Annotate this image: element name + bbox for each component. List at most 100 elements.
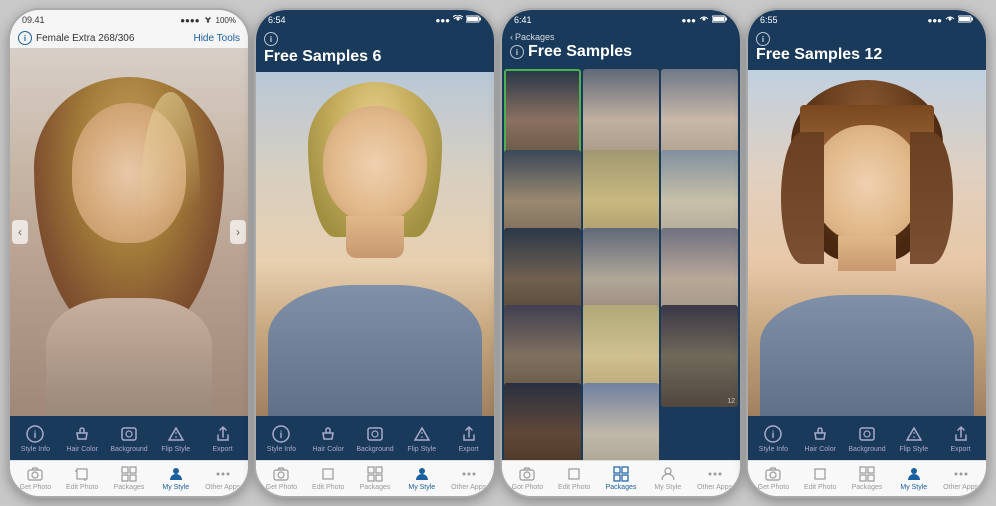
phone2-info-icon: i [270, 423, 292, 445]
phone4-tab-other-apps[interactable]: Other Apps [937, 465, 984, 491]
phone1-tab-packages[interactable]: Packages [106, 465, 153, 491]
phone1-hide-tools-button[interactable]: Hide Tools [193, 33, 240, 44]
phone4-tab-edit-photo[interactable]: Edit Photo [797, 465, 844, 491]
phone1-signal-icon: ●●●● [180, 16, 199, 25]
phone4-toolbar: i Style Info Hair Color Background [748, 416, 986, 460]
phone2-flip-label: Flip Style [407, 446, 436, 453]
phone3-back-btn[interactable]: ‹ Packages [510, 32, 732, 42]
phone2-hair-color-btn[interactable]: Hair Color [305, 423, 352, 453]
phone1-status-bar: 09.41 ●●●● 100% [10, 10, 248, 28]
phone1-style-info-btn[interactable]: i Style Info [12, 423, 59, 453]
phone2-export-btn[interactable]: Export [445, 423, 492, 453]
phone1-my-style-label: My Style [162, 484, 189, 491]
phone2-person-area [256, 72, 494, 416]
phone2-edit-photo-label: Edit Photo [312, 484, 344, 491]
phone4-flip-icon [903, 423, 925, 445]
phone1-export-btn[interactable]: Export [199, 423, 246, 453]
phone1-nav-right[interactable]: › [230, 220, 246, 244]
phone2-tab-get-photo[interactable]: Get Photo [258, 465, 305, 491]
phone4-my-style-label: My Style [900, 484, 927, 491]
phone3-info-btn[interactable]: i [510, 45, 524, 59]
phone4-flip-btn[interactable]: Flip Style [890, 423, 937, 453]
svg-text:i: i [34, 430, 37, 441]
phone4-hair-color-btn[interactable]: Hair Color [797, 423, 844, 453]
phone2-tab-other-apps[interactable]: Other Apps [445, 465, 492, 491]
phone1-other-apps-label: Other Apps [205, 484, 240, 491]
phone2-toolbar: i Style Info Hair Color Background [256, 416, 494, 460]
phone2-battery-icon [466, 15, 482, 25]
phone2-crop-icon [319, 465, 337, 483]
phone1-info-button[interactable]: i [18, 31, 32, 45]
phone1-mystyle-icon [167, 465, 185, 483]
phone4-edit-photo-label: Edit Photo [804, 484, 836, 491]
phone4-tab-my-style[interactable]: My Style [890, 465, 937, 491]
phone2-tab-edit-photo[interactable]: Edit Photo [305, 465, 352, 491]
phone2-style-info-btn[interactable]: i Style Info [258, 423, 305, 453]
phone4-style-info-label: Style Info [759, 446, 788, 453]
phone3-person-icon [659, 465, 677, 483]
phone2-export-label: Export [458, 446, 478, 453]
phone1-tab-my-style[interactable]: My Style [152, 465, 199, 491]
phone2-info-btn[interactable]: i [264, 32, 278, 46]
phone4-background-btn[interactable]: Background [844, 423, 891, 453]
phone1-app-header: i Female Extra 268/306 Hide Tools [10, 28, 248, 48]
phone1-nav-left[interactable]: ‹ [12, 220, 28, 244]
phone1-style-info-label: Style Info [21, 446, 50, 453]
phone3-tab-bar: Got Photo Edit Photo Packages My Style O… [502, 460, 740, 496]
phone4-tab-get-photo[interactable]: Get Photo [750, 465, 797, 491]
phone1-hair-color-btn[interactable]: Hair Color [59, 423, 106, 453]
phone1-tab-other-apps[interactable]: Other Apps [199, 465, 246, 491]
phone3-got-photo-label: Got Photo [512, 484, 544, 491]
phone4-tab-packages[interactable]: Packages [844, 465, 891, 491]
phone3-dots-icon [706, 465, 724, 483]
phone4-style-info-btn[interactable]: i Style Info [750, 423, 797, 453]
phone1-flip-style-btn[interactable]: Flip Style [152, 423, 199, 453]
phone4-app-header: i Free Samples 12 [748, 28, 986, 70]
phone3-title: Free Samples [528, 43, 632, 61]
phone1-bucket-icon [71, 423, 93, 445]
phone1-packages-label: Packages [114, 484, 145, 491]
phone4-title: Free Samples 12 [756, 46, 882, 63]
phone2-background-btn[interactable]: Background [352, 423, 399, 453]
phone1-toolbar: i Style Info Hair Color Background [10, 416, 248, 460]
phone2-status-icons: ●●● [436, 15, 483, 25]
phone2-grid-icon [366, 465, 384, 483]
grid-item-13[interactable]: 13 [504, 383, 581, 460]
phone2-wifi-icon [453, 15, 463, 25]
phone1-background-btn[interactable]: Background [106, 423, 153, 453]
phone1-status-icons: ●●●● 100% [180, 14, 236, 26]
phone3-tab-other-apps[interactable]: Other Apps [691, 465, 738, 491]
phone3-status-icons: ●●● [682, 15, 729, 25]
phone3-grid-icon [612, 465, 630, 483]
phone4-grid-icon [858, 465, 876, 483]
phone2-tab-my-style[interactable]: My Style [398, 465, 445, 491]
phone3-tab-packages[interactable]: Packages [598, 465, 645, 491]
phone4-background-label: Background [848, 446, 885, 453]
phone4-flip-label: Flip Style [899, 446, 928, 453]
phone2-packages-label: Packages [360, 484, 391, 491]
phone3-crop-icon [565, 465, 583, 483]
phone3-tab-edit-photo[interactable]: Edit Photo [551, 465, 598, 491]
phone4-share-icon [950, 423, 972, 445]
phone4-wifi-icon [945, 15, 955, 25]
phone2-flip-icon [411, 423, 433, 445]
phone1-camera-icon [26, 465, 44, 483]
phone2-tab-packages[interactable]: Packages [352, 465, 399, 491]
phone4-info-btn[interactable]: i [756, 32, 770, 46]
phone-4: 6:55 ●●● i Free Samples 12 [746, 8, 988, 498]
phone3-tab-get-photo[interactable]: Got Photo [504, 465, 551, 491]
phone1-main: ‹ › [10, 48, 248, 416]
phone1-battery: 100% [216, 16, 236, 25]
phone4-battery-icon [958, 15, 974, 25]
grid-item-14[interactable]: 14 [583, 383, 660, 460]
phone2-hair-color-label: Hair Color [312, 446, 344, 453]
phone1-tab-get-photo[interactable]: Get Photo [12, 465, 59, 491]
phone4-camera-icon [764, 465, 782, 483]
phone4-bucket-icon [809, 423, 831, 445]
phone1-background-icon [118, 423, 140, 445]
phone1-tab-edit-photo[interactable]: Edit Photo [59, 465, 106, 491]
phone4-export-btn[interactable]: Export [937, 423, 984, 453]
phone1-edit-photo-label: Edit Photo [66, 484, 98, 491]
phone2-flip-btn[interactable]: Flip Style [398, 423, 445, 453]
phone3-tab-my-style[interactable]: My Style [644, 465, 691, 491]
